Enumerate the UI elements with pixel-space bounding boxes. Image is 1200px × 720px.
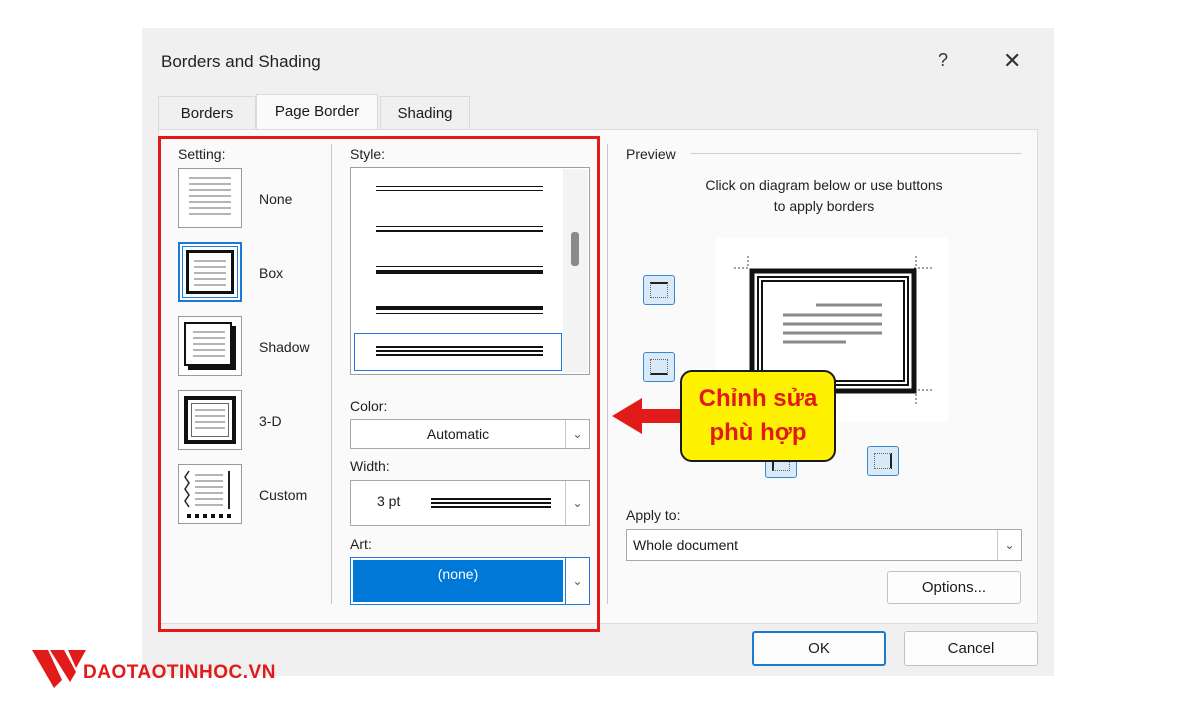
logo-icon — [32, 650, 86, 688]
arrow-left-icon — [612, 398, 682, 434]
apply-to-label: Apply to: — [626, 507, 681, 523]
annotation-line-1: Chỉnh sửa — [698, 385, 818, 412]
preview-divider — [607, 144, 608, 604]
help-button[interactable]: ? — [938, 50, 948, 71]
top-border-icon — [650, 282, 668, 298]
preview-instruction-1: Click on diagram below or use buttons — [705, 177, 943, 193]
highlight-rectangle — [158, 136, 600, 632]
annotation-line-2: phù hợp — [709, 419, 807, 446]
close-icon[interactable]: ✕ — [1003, 48, 1021, 74]
top-border-button[interactable] — [643, 275, 675, 305]
preview-instruction-2: to apply borders — [773, 198, 875, 214]
tab-borders[interactable]: Borders — [158, 96, 256, 130]
bottom-border-button[interactable] — [643, 352, 675, 382]
bottom-border-icon — [650, 359, 668, 375]
right-border-icon — [874, 453, 892, 469]
chevron-down-icon: ⌄ — [997, 530, 1021, 560]
watermark-text: DAOTAOTINHOC.VN — [83, 662, 276, 683]
annotation-callout: Chỉnh sửa phù hợp — [680, 370, 836, 462]
preview-label: Preview — [626, 146, 676, 162]
tab-shading[interactable]: Shading — [380, 96, 470, 130]
right-border-button[interactable] — [867, 446, 899, 476]
cancel-button[interactable]: Cancel — [904, 631, 1038, 666]
options-button[interactable]: Options... — [887, 571, 1021, 604]
apply-to-dropdown[interactable]: Whole document ⌄ — [626, 529, 1022, 561]
dialog-title: Borders and Shading — [161, 52, 321, 71]
ok-button[interactable]: OK — [752, 631, 886, 666]
tab-page-border[interactable]: Page Border — [256, 94, 378, 130]
apply-to-value: Whole document — [633, 537, 739, 553]
